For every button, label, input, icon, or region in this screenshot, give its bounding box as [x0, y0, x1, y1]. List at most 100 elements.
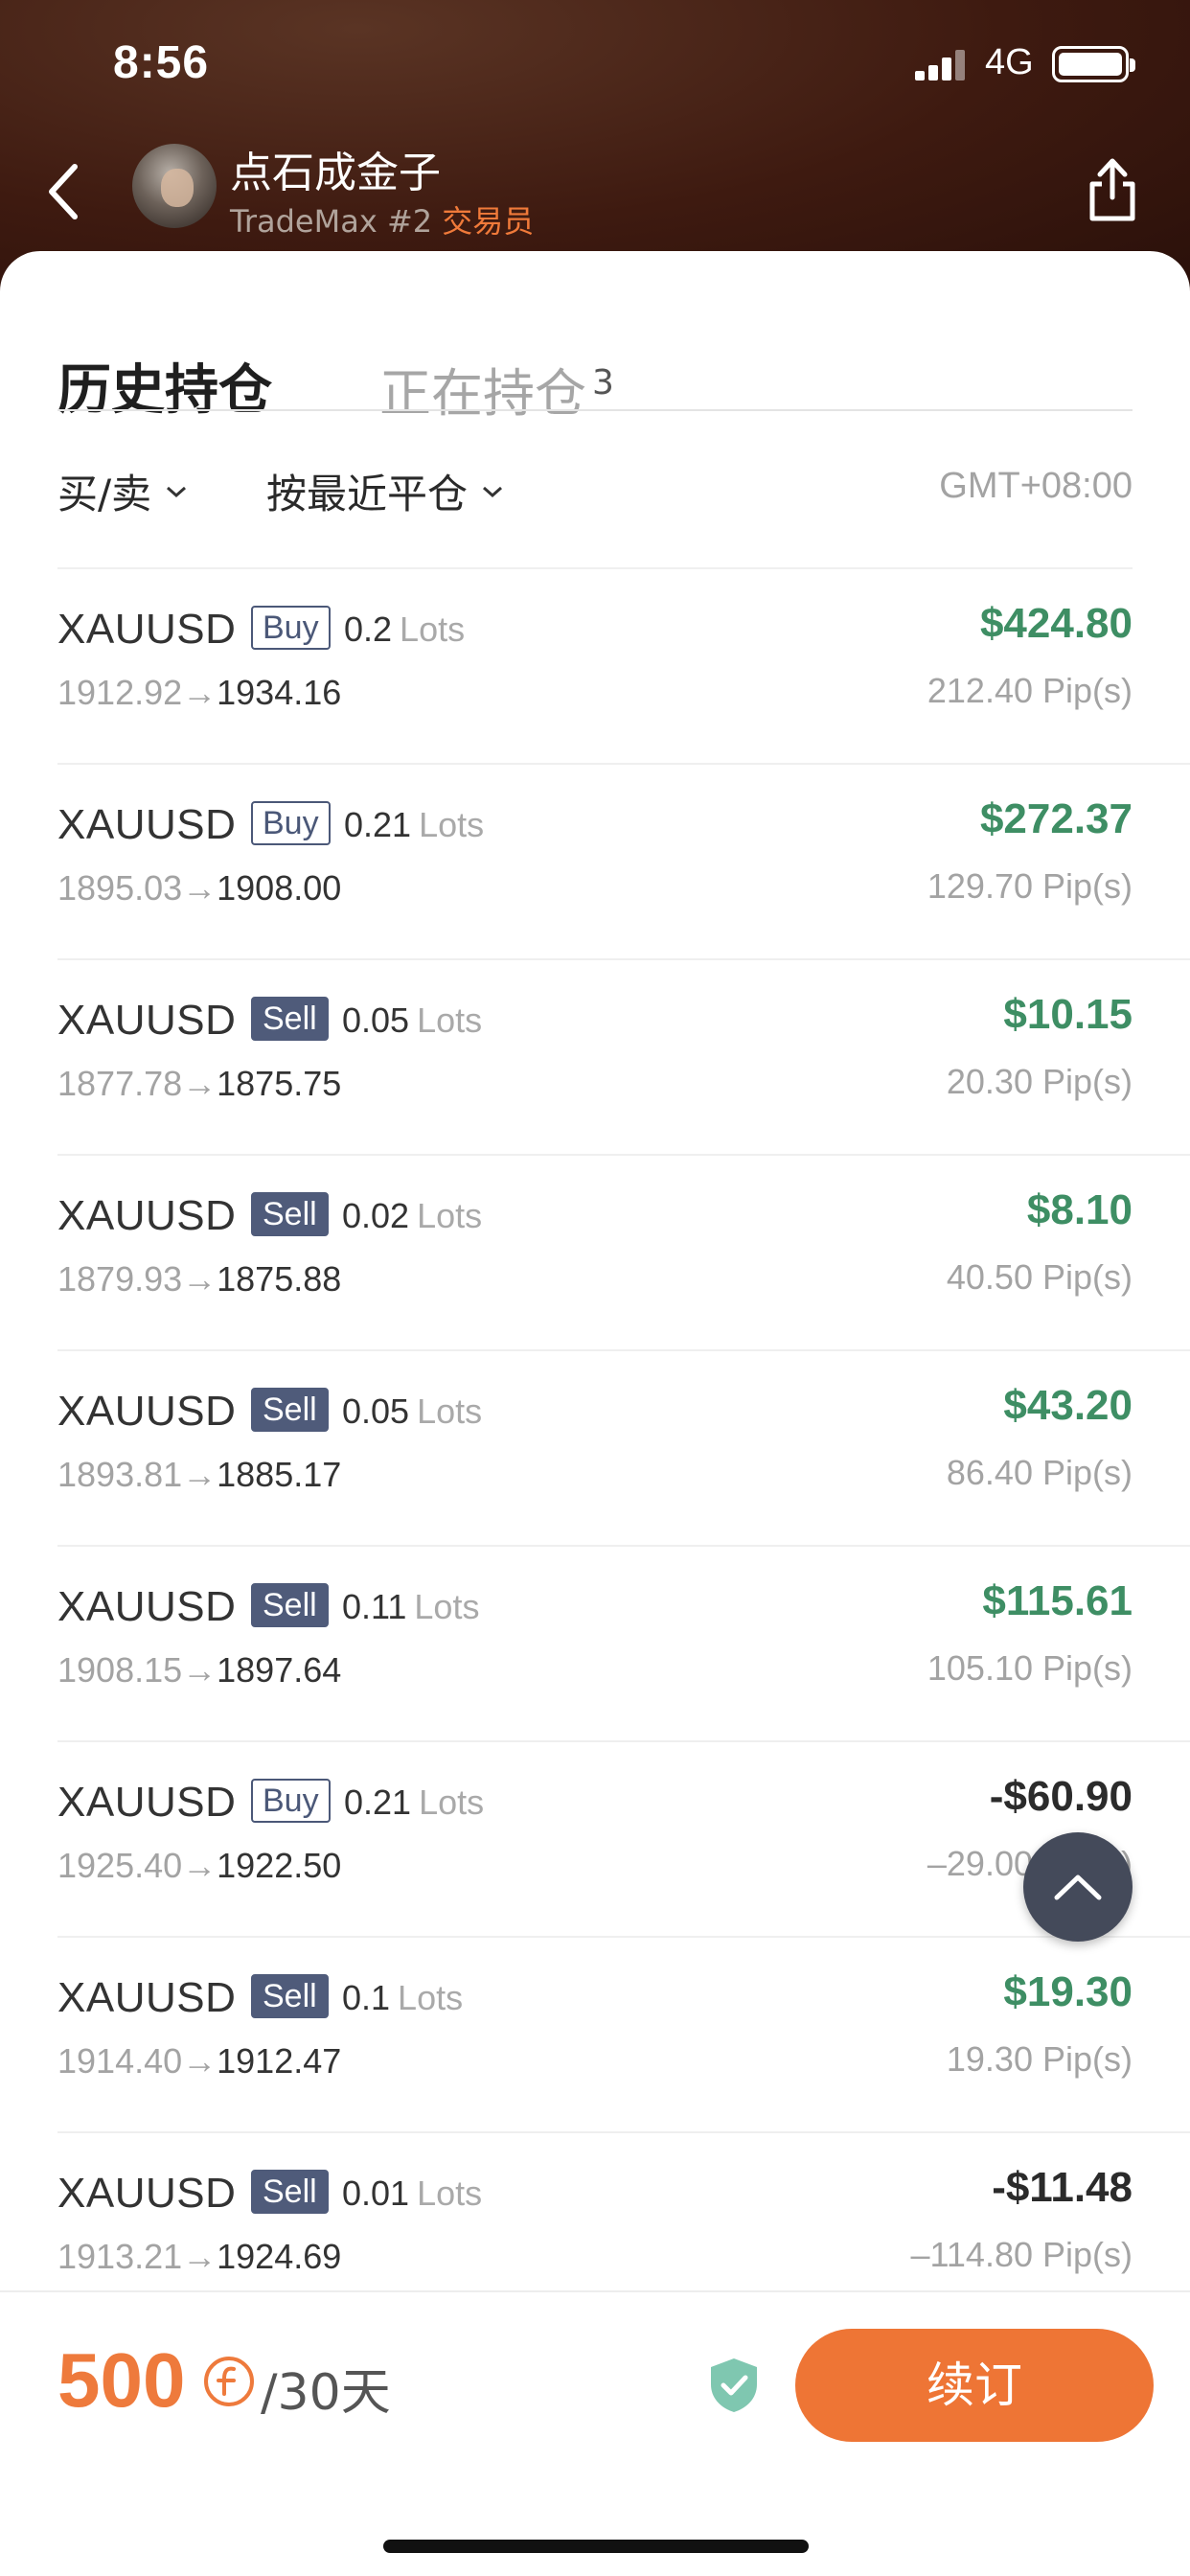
trade-lots-value: 0.21: [344, 805, 412, 844]
trade-lots: 0.05 Lots: [342, 1000, 482, 1041]
shield-check-icon: [707, 2356, 761, 2415]
position-tabs: 历史持仓 正在持仓 3: [57, 299, 1133, 424]
tab-history[interactable]: 历史持仓: [57, 347, 272, 425]
share-icon[interactable]: [1083, 153, 1142, 224]
trade-lots-unit: Lots: [417, 1196, 483, 1235]
trade-pips: 86.40 Pip(s): [946, 1453, 1133, 1492]
trade-pips: 20.30 Pip(s): [946, 1062, 1133, 1101]
sort-filter-label: 按最近平仓: [266, 471, 469, 518]
trade-lots: 0.11 Lots: [342, 1587, 479, 1627]
trade-close-price: 1922.50: [217, 1846, 342, 1885]
trade-lots-value: 0.1: [342, 1978, 391, 2017]
price-arrow: →: [182, 1064, 217, 1103]
trade-pips: 19.30 Pip(s): [946, 2039, 1133, 2079]
trade-lots-value: 0.01: [342, 2174, 410, 2213]
trade-symbol: XAUUSD: [57, 1779, 237, 1826]
trade-open-price: 1914.40: [57, 2041, 183, 2081]
trader-rank: TradeMax #2: [230, 203, 433, 240]
avatar[interactable]: [132, 144, 217, 228]
back-arrow-icon[interactable]: [38, 153, 96, 230]
trade-close-price: 1912.47: [217, 2041, 342, 2081]
trade-prices: 1877.78→1875.75: [57, 1064, 341, 1104]
trade-side-badge: Buy: [251, 1779, 331, 1823]
trade-profit: -$60.90: [989, 1773, 1133, 1820]
price-arrow: →: [182, 673, 217, 712]
trade-profit: $272.37: [979, 795, 1133, 842]
filter-bar: 买/卖 按最近平仓 GMT+08:00: [57, 462, 1133, 529]
trade-lots-unit: Lots: [419, 1782, 485, 1822]
subscription-bar: 500 /30天 续订: [0, 2290, 1190, 2576]
trade-lots-value: 0.02: [342, 1196, 410, 1235]
sort-filter[interactable]: 按最近平仓: [266, 462, 504, 520]
cellular-signal-icon: [915, 48, 971, 80]
trade-symbol: XAUUSD: [57, 1583, 237, 1630]
tab-open-positions[interactable]: 正在持仓 3: [379, 351, 614, 426]
trade-close-price: 1875.75: [217, 1064, 342, 1103]
tabs-divider: [57, 409, 1133, 411]
trade-pips: 105.10 Pip(s): [927, 1648, 1133, 1688]
trade-open-price: 1893.81: [57, 1455, 183, 1494]
trade-lots: 0.01 Lots: [342, 2174, 482, 2214]
trade-prices: 1912.92→1934.16: [57, 673, 341, 713]
trade-side-badge: Buy: [251, 801, 331, 845]
trade-close-price: 1875.88: [217, 1259, 342, 1299]
trade-prices: 1914.40→1912.47: [57, 2041, 341, 2082]
trade-side-badge: Sell: [251, 2170, 329, 2214]
trade-row[interactable]: XAUUSD Sell 0.05 Lots 1893.81→1885.17 $43…: [57, 1351, 1190, 1547]
trade-lots-value: 0.2: [344, 610, 393, 649]
chevron-down-icon: [483, 486, 503, 497]
home-indicator: [383, 2540, 809, 2553]
trade-row[interactable]: XAUUSD Buy 0.21 Lots 1895.03→1908.00 $272…: [57, 765, 1190, 960]
tab-open-label: 正在持仓: [379, 363, 586, 424]
renew-button[interactable]: 续订: [795, 2329, 1154, 2442]
trade-side-badge: Sell: [251, 997, 329, 1041]
trade-prices: 1925.40→1922.50: [57, 1846, 341, 1886]
trade-lots-value: 0.05: [342, 1000, 410, 1040]
price-arrow: →: [182, 868, 217, 908]
trade-lots: 0.1 Lots: [342, 1978, 463, 2018]
trade-row[interactable]: XAUUSD Buy 0.21 Lots 1925.40→1922.50 -$60…: [57, 1742, 1190, 1938]
trade-pips: 129.70 Pip(s): [927, 866, 1133, 906]
trade-profit: $43.20: [1003, 1382, 1133, 1429]
trade-symbol: XAUUSD: [57, 1388, 237, 1435]
status-time: 8:56: [113, 37, 210, 88]
trade-lots: 0.21 Lots: [344, 805, 484, 845]
trade-lots: 0.21 Lots: [344, 1782, 484, 1823]
trade-row[interactable]: XAUUSD Sell 0.11 Lots 1908.15→1897.64 $11…: [57, 1547, 1190, 1742]
trade-row[interactable]: XAUUSD Sell 0.05 Lots 1877.78→1875.75 $10…: [57, 960, 1190, 1156]
trade-history-list: XAUUSD Buy 0.2 Lots 1912.92→1934.16 $424.…: [0, 569, 1190, 2329]
trade-prices: 1908.15→1897.64: [57, 1650, 341, 1690]
trade-symbol: XAUUSD: [57, 1192, 237, 1239]
subscription-price: 500: [57, 2337, 186, 2423]
content-sheet: 历史持仓 正在持仓 3 买/卖 按最近平仓 GMT+08:00 XAUUSD Bu…: [0, 251, 1190, 2576]
trade-close-price: 1885.17: [217, 1455, 342, 1494]
trade-lots-unit: Lots: [417, 1000, 483, 1040]
trade-row[interactable]: XAUUSD Sell 0.1 Lots 1914.40→1912.47 $19.…: [57, 1938, 1190, 2133]
trade-row[interactable]: XAUUSD Buy 0.2 Lots 1912.92→1934.16 $424.…: [57, 569, 1190, 765]
trade-open-price: 1912.92: [57, 673, 183, 712]
scroll-to-top-button[interactable]: [1023, 1832, 1133, 1942]
trade-prices: 1879.93→1875.88: [57, 1259, 341, 1300]
timezone-label: GMT+08:00: [939, 466, 1133, 506]
trade-close-price: 1924.69: [217, 2237, 342, 2276]
trade-row[interactable]: XAUUSD Sell 0.02 Lots 1879.93→1875.88 $8.…: [57, 1156, 1190, 1351]
trade-lots-unit: Lots: [419, 805, 485, 844]
trade-symbol: XAUUSD: [57, 2170, 237, 2217]
trade-lots-value: 0.21: [344, 1782, 412, 1822]
side-filter[interactable]: 买/卖: [57, 462, 188, 520]
trade-profit: $115.61: [982, 1577, 1133, 1624]
trade-profit: $10.15: [1003, 991, 1133, 1038]
trade-symbol: XAUUSD: [57, 606, 237, 653]
trade-prices: 1893.81→1885.17: [57, 1455, 341, 1495]
trade-lots-unit: Lots: [417, 2174, 483, 2213]
trade-lots-unit: Lots: [398, 1978, 464, 2017]
coin-icon: [203, 2356, 255, 2407]
trade-open-price: 1913.21: [57, 2237, 183, 2276]
chevron-down-icon: [167, 486, 187, 497]
price-arrow: →: [182, 1650, 217, 1690]
trade-side-badge: Sell: [251, 1583, 329, 1627]
trade-profit: -$11.48: [992, 2164, 1133, 2211]
trade-prices: 1913.21→1924.69: [57, 2237, 341, 2277]
network-type: 4G: [985, 42, 1034, 82]
trade-open-price: 1895.03: [57, 868, 183, 908]
